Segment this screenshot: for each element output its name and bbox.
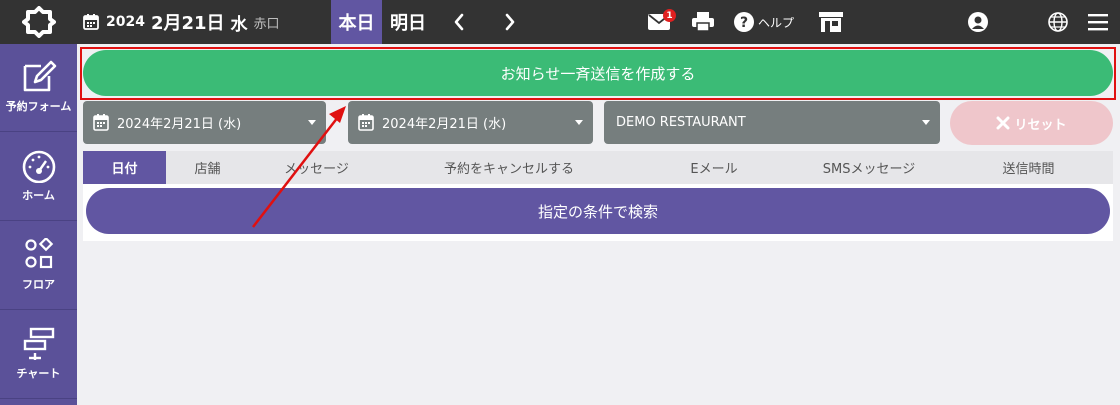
date-rokuyo: 赤口 (253, 16, 280, 32)
tab-store[interactable]: 店舗 (166, 151, 249, 184)
date-month-day: 2月21日 (150, 13, 225, 34)
today-button[interactable]: 本日 (331, 0, 382, 44)
tomorrow-button[interactable]: 明日 (384, 0, 432, 44)
next-day-button[interactable] (499, 11, 521, 33)
date-year: 2024 (106, 14, 145, 30)
reset-label: リセット (1014, 117, 1067, 133)
date-weekday: 水 (230, 14, 248, 35)
app-logo-icon[interactable] (22, 6, 56, 38)
close-icon (996, 116, 1010, 130)
printer-icon (692, 12, 714, 32)
sidebar-item-floor[interactable]: フロア (0, 222, 77, 310)
chevron-down-icon (922, 120, 930, 125)
user-circle-icon (968, 12, 988, 32)
tab-date[interactable]: 日付 (83, 151, 166, 184)
language-button[interactable] (1048, 10, 1068, 34)
sidebar-item-label: チャート (16, 367, 61, 380)
globe-icon (1048, 12, 1068, 32)
help-label: ヘルプ (758, 15, 795, 30)
store-icon (819, 12, 843, 32)
restaurant-select[interactable]: DEMO RESTAURANT (604, 101, 940, 144)
tab-email[interactable]: Eメール (634, 151, 794, 184)
calendar-icon (83, 14, 99, 30)
date-to-select[interactable]: 2024年2月21日 (水) (348, 101, 593, 144)
chevron-left-icon (454, 13, 464, 31)
calendar-icon (358, 114, 374, 131)
calendar-icon (93, 114, 109, 131)
tab-sms-message[interactable]: SMSメッセージ (794, 151, 944, 184)
sidebar-item-reservation-form[interactable]: 予約フォーム (0, 44, 77, 132)
chevron-down-icon (308, 120, 316, 125)
date-from-value: 2024年2月21日 (水) (117, 117, 242, 132)
help-button[interactable]: ? ヘルプ (734, 10, 794, 34)
svg-text:?: ? (740, 15, 748, 31)
account-button[interactable] (968, 10, 988, 34)
sidebar-item-label: ホーム (22, 189, 55, 202)
tab-send-time[interactable]: 送信時間 (944, 151, 1113, 184)
chevron-right-icon (505, 13, 515, 31)
date-to-value: 2024年2月21日 (水) (382, 117, 507, 132)
sidebar-item-label: 予約フォーム (5, 100, 72, 113)
sidebar-item-label: フロア (22, 278, 55, 291)
shapes-icon (24, 238, 53, 269)
store-button[interactable] (818, 10, 844, 34)
main-content: お知らせ一斉送信を作成する 2024年2月21日 (水) 2024年2月21日 … (77, 44, 1120, 405)
sidebar-item-home[interactable]: ホーム (0, 133, 77, 221)
print-button[interactable] (692, 10, 714, 34)
edit-icon (23, 60, 56, 92)
search-button[interactable]: 指定の条件で検索 (86, 188, 1110, 234)
hamburger-menu-icon (1088, 14, 1108, 31)
gauge-icon (22, 150, 55, 183)
question-circle-icon: ? (734, 12, 754, 32)
previous-day-button[interactable] (448, 11, 470, 33)
sidebar-item-chart[interactable]: チャート (0, 311, 77, 399)
tab-cancel-reservation[interactable]: 予約をキャンセルする (384, 151, 634, 184)
filter-panel: 日付 店舗 メッセージ 予約をキャンセルする Eメール SMSメッセージ 送信時… (83, 151, 1113, 241)
current-date[interactable]: 2024 2月21日 水 赤口 (82, 8, 280, 36)
sidebar: 予約フォーム ホーム フロア チャート (0, 44, 77, 405)
menu-button[interactable] (1088, 10, 1108, 34)
date-from-select[interactable]: 2024年2月21日 (水) (83, 101, 326, 144)
reset-button[interactable]: リセット (950, 101, 1113, 145)
chevron-down-icon (575, 120, 583, 125)
top-bar: 2024 2月21日 水 赤口 本日 明日 1 ? ヘルプ (0, 0, 1120, 44)
mail-count-badge: 1 (663, 9, 676, 22)
annotation-highlight-box (80, 47, 1116, 100)
chart-icon (23, 327, 54, 360)
restaurant-value: DEMO RESTAURANT (616, 115, 746, 130)
column-tabs: 日付 店舗 メッセージ 予約をキャンセルする Eメール SMSメッセージ 送信時… (83, 151, 1113, 184)
tab-message[interactable]: メッセージ (249, 151, 384, 184)
